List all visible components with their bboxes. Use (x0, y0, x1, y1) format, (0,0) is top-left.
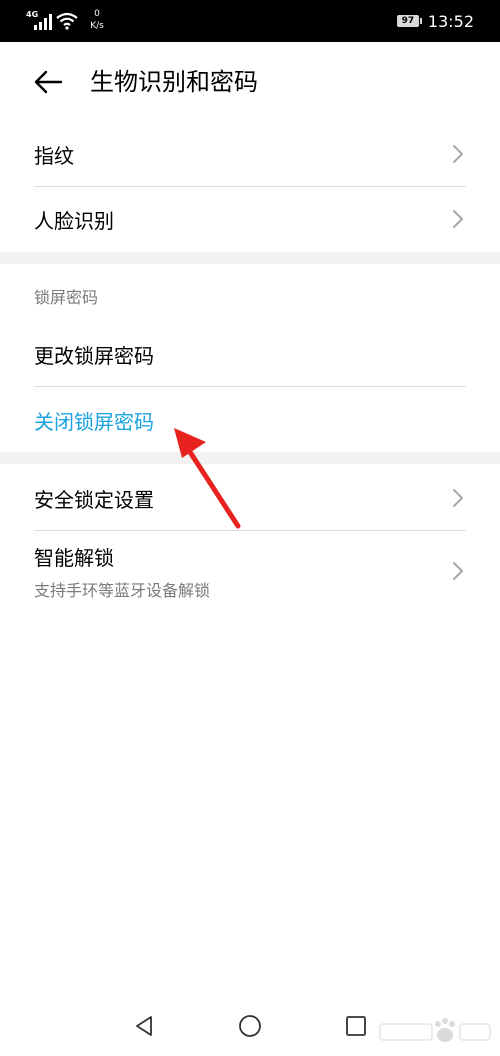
clock: 13:52 (427, 11, 474, 31)
disable-password-label: 关闭锁屏密码 (34, 409, 154, 434)
section-gap (0, 452, 500, 464)
wifi-icon (56, 12, 78, 30)
section-gap (0, 252, 500, 264)
watermark-logo-icon (379, 1018, 491, 1042)
settings-screen: 4G 0 K/s 97 13:52 生物识别和密码 指纹 人脸识别 锁屏密码 更… (0, 0, 500, 1056)
battery-icon: 97 (396, 15, 422, 27)
change-password-label: 更改锁屏密码 (34, 343, 154, 368)
square-recent-icon[interactable] (344, 1014, 368, 1038)
net-speed-value: 0 (94, 9, 100, 19)
circle-home-icon[interactable] (238, 1014, 262, 1038)
change-password-row[interactable]: 更改锁屏密码 (34, 322, 466, 386)
status-right: 97 13:52 (396, 8, 474, 34)
back-button[interactable] (28, 62, 68, 102)
fingerprint-label: 指纹 (34, 143, 74, 168)
lock-screen-section-title: 锁屏密码 (34, 288, 99, 307)
smart-unlock-description: 支持手环等蓝牙设备解锁 (34, 580, 211, 600)
divider (34, 530, 466, 531)
face-recognition-label: 人脸识别 (34, 208, 114, 233)
chevron-right-icon (453, 489, 463, 507)
net-speed: 0 K/s (84, 8, 110, 32)
security-lock-settings-label: 安全锁定设置 (34, 487, 154, 512)
app-header: 生物识别和密码 (0, 42, 500, 122)
security-lock-settings-row[interactable]: 安全锁定设置 (34, 466, 466, 530)
disable-password-row[interactable]: 关闭锁屏密码 (34, 388, 466, 452)
net-speed-unit: K/s (90, 21, 104, 31)
signal-icon (34, 14, 52, 30)
smart-unlock-label: 智能解锁 (34, 545, 114, 570)
chevron-right-icon (453, 562, 463, 580)
chevron-right-icon (453, 145, 463, 163)
arrow-left-icon (34, 70, 63, 94)
fingerprint-row[interactable]: 指纹 (34, 122, 466, 186)
battery-tip (419, 18, 422, 24)
battery-level: 97 (396, 15, 419, 27)
triangle-back-icon[interactable] (132, 1014, 156, 1038)
smart-unlock-row[interactable]: 智能解锁 支持手环等蓝牙设备解锁 (34, 532, 466, 610)
divider (34, 386, 466, 387)
chevron-right-icon (453, 210, 463, 228)
status-left: 4G 0 K/s (26, 8, 116, 36)
face-recognition-row[interactable]: 人脸识别 (34, 187, 466, 251)
status-bar: 4G 0 K/s 97 13:52 (0, 0, 500, 42)
page-title: 生物识别和密码 (90, 68, 258, 96)
